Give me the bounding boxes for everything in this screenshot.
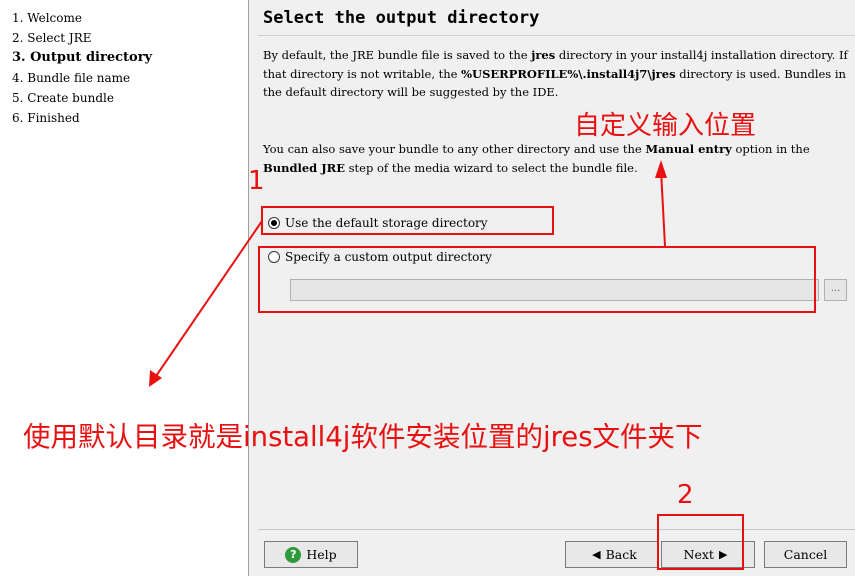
help-button[interactable]: ? Help	[264, 541, 358, 568]
annotation-custom-location-text: 自定义输入位置	[574, 111, 757, 141]
annotation-box-next-button	[657, 514, 744, 570]
step-item-create-bundle: 5. Create bundle	[12, 91, 114, 105]
back-button[interactable]: ◀ Back	[565, 541, 659, 568]
annotation-box-custom-option	[258, 246, 816, 313]
step-item-output-directory: 3. Output directory	[12, 50, 153, 65]
heading-divider	[258, 35, 855, 36]
description-custom-dir: You can also save your bundle to any oth…	[263, 142, 810, 175]
page-title: Select the output directory	[263, 8, 540, 28]
annotation-step-number-2: 2	[677, 480, 694, 510]
annotation-step-number-1: 1	[248, 166, 265, 196]
wizard-steps-pane: 1. Welcome 2. Select JRE 3. Output direc…	[0, 0, 248, 576]
cancel-button-label: Cancel	[783, 547, 828, 562]
browse-button[interactable]: ...	[824, 279, 847, 301]
button-bar-divider	[258, 529, 855, 530]
back-button-label: Back	[605, 547, 637, 562]
steps-list: 1. Welcome 2. Select JRE 3. Output direc…	[12, 8, 152, 128]
step-item-finished: 6. Finished	[12, 111, 80, 125]
description-default-dir: By default, the JRE bundle file is saved…	[263, 48, 848, 99]
step-item-welcome: 1. Welcome	[12, 11, 82, 25]
annotation-default-directory-text: 使用默认目录就是install4j软件安装位置的jres文件夹下	[23, 421, 703, 453]
help-button-label: Help	[306, 547, 337, 562]
annotation-box-default-option	[261, 206, 554, 235]
help-icon: ?	[285, 546, 302, 563]
triangle-left-icon: ◀	[592, 548, 601, 561]
cancel-button[interactable]: Cancel	[764, 541, 847, 568]
step-item-select-jre: 2. Select JRE	[12, 31, 92, 45]
step-item-bundle-file-name: 4. Bundle file name	[12, 71, 131, 85]
